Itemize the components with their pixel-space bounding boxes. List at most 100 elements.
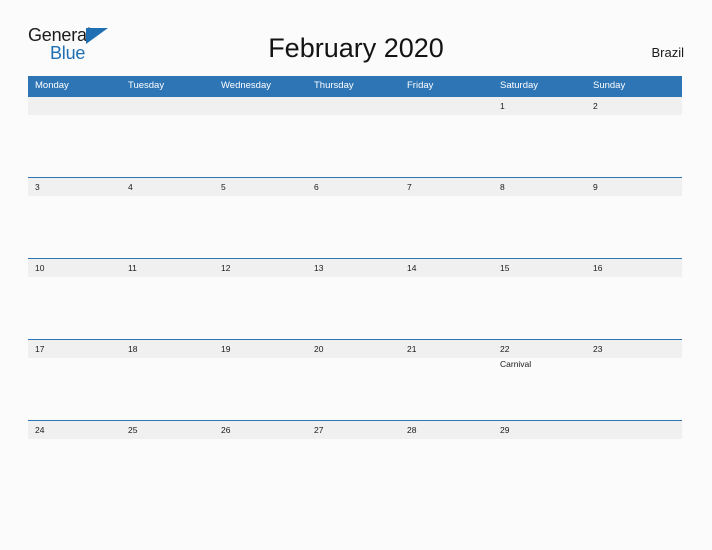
calendar-day-cell[interactable]: 15: [493, 259, 586, 340]
day-number: 11: [128, 263, 137, 273]
weekday-header-sunday: Sunday: [593, 80, 626, 91]
day-events: [221, 439, 307, 440]
day-number: 28: [407, 425, 417, 435]
calendar-day-cell[interactable]: 18: [121, 340, 214, 421]
day-events: Carnival: [500, 358, 586, 370]
day-number: [407, 97, 493, 115]
calendar-week-row: 3 4 5 6 7 8 9: [28, 177, 682, 258]
day-events: [407, 439, 493, 440]
day-number: 25: [128, 425, 138, 435]
calendar-day-cell[interactable]: 6: [307, 178, 400, 259]
day-events: [500, 277, 586, 278]
day-events: [35, 358, 121, 359]
day-number: 16: [593, 263, 603, 273]
day-number: 17: [35, 344, 45, 354]
day-events: [221, 358, 307, 359]
day-events: [593, 277, 682, 278]
day-number: 7: [407, 182, 412, 192]
calendar-day-cell[interactable]: 1: [493, 97, 586, 178]
day-events: [314, 439, 400, 440]
calendar-day-cell[interactable]: 2: [586, 97, 682, 178]
day-number: 6: [314, 182, 319, 192]
weekday-header-thursday: Thursday: [314, 80, 354, 91]
day-events: [593, 115, 682, 116]
calendar-day-cell[interactable]: 27: [307, 421, 400, 502]
day-events: [314, 277, 400, 278]
day-number: 10: [35, 263, 45, 273]
calendar-day-cell[interactable]: 26: [214, 421, 307, 502]
calendar-day-cell[interactable]: 19: [214, 340, 307, 421]
day-events: [221, 115, 307, 116]
calendar-day-cell[interactable]: [28, 97, 121, 178]
calendar-day-cell[interactable]: [214, 97, 307, 178]
weekday-header-wednesday: Wednesday: [221, 80, 271, 91]
day-number: 1: [500, 101, 505, 111]
calendar-day-cell[interactable]: [400, 97, 493, 178]
calendar-day-cell[interactable]: [586, 421, 682, 502]
day-events: [593, 358, 682, 359]
day-events: [128, 115, 214, 116]
calendar-day-cell[interactable]: 17: [28, 340, 121, 421]
day-events: [593, 439, 682, 440]
day-number: 9: [593, 182, 598, 192]
calendar-week-row: 10 11 12 13 14 15 16: [28, 258, 682, 339]
calendar-day-cell[interactable]: 9: [586, 178, 682, 259]
day-number: [221, 97, 307, 115]
page-title: February 2020: [268, 33, 444, 63]
calendar-day-cell[interactable]: 12: [214, 259, 307, 340]
calendar-day-cell[interactable]: [121, 97, 214, 178]
calendar-day-cell[interactable]: 29: [493, 421, 586, 502]
day-number: [35, 97, 121, 115]
day-events: [35, 439, 121, 440]
day-event-carnival[interactable]: Carnival: [500, 359, 586, 370]
day-number: 20: [314, 344, 324, 354]
day-events: [407, 358, 493, 359]
calendar-day-cell[interactable]: [307, 97, 400, 178]
calendar-day-cell[interactable]: 13: [307, 259, 400, 340]
day-number: 26: [221, 425, 231, 435]
calendar-day-cell[interactable]: 14: [400, 259, 493, 340]
day-number: 13: [314, 263, 324, 273]
calendar-day-cell[interactable]: 3: [28, 178, 121, 259]
day-number: 27: [314, 425, 324, 435]
calendar-day-cell[interactable]: 21: [400, 340, 493, 421]
calendar-week-days: 10 11 12 13 14 15 16: [28, 259, 682, 340]
day-events: [500, 439, 586, 440]
day-number: 21: [407, 344, 417, 354]
day-number: 29: [500, 425, 510, 435]
day-number: 4: [128, 182, 133, 192]
weekday-header-friday: Friday: [407, 80, 434, 91]
day-number: 18: [128, 344, 138, 354]
calendar-day-cell[interactable]: 24: [28, 421, 121, 502]
day-events: [128, 358, 214, 359]
calendar-day-cell[interactable]: 8: [493, 178, 586, 259]
day-number: 24: [35, 425, 45, 435]
calendar-day-cell[interactable]: 23: [586, 340, 682, 421]
calendar-day-cell[interactable]: 28: [400, 421, 493, 502]
calendar-week-days: 3 4 5 6 7 8 9: [28, 178, 682, 259]
day-number: 14: [407, 263, 417, 273]
day-number: 22: [500, 344, 510, 354]
day-events: [500, 196, 586, 197]
calendar-day-cell[interactable]: 22 Carnival: [493, 340, 586, 421]
weekday-header-monday: Monday: [35, 80, 69, 91]
calendar-day-cell[interactable]: 11: [121, 259, 214, 340]
day-events: [35, 277, 121, 278]
calendar-day-cell[interactable]: 5: [214, 178, 307, 259]
calendar-day-cell[interactable]: 25: [121, 421, 214, 502]
day-number: [314, 97, 400, 115]
day-events: [407, 115, 493, 116]
calendar-day-cell[interactable]: 10: [28, 259, 121, 340]
calendar-page: General Blue February 2020 Brazil Monday…: [0, 0, 712, 550]
calendar-day-cell[interactable]: 4: [121, 178, 214, 259]
calendar-day-cell[interactable]: 16: [586, 259, 682, 340]
day-events: [407, 196, 493, 197]
day-events: [35, 196, 121, 197]
calendar-week-row: 24 25 26 27 28 29: [28, 420, 682, 501]
day-number: [128, 97, 214, 115]
calendar-day-cell[interactable]: 20: [307, 340, 400, 421]
page-header: General Blue February 2020 Brazil: [0, 0, 712, 76]
day-number: 8: [500, 182, 505, 192]
calendar-day-cell[interactable]: 7: [400, 178, 493, 259]
day-events: [407, 277, 493, 278]
